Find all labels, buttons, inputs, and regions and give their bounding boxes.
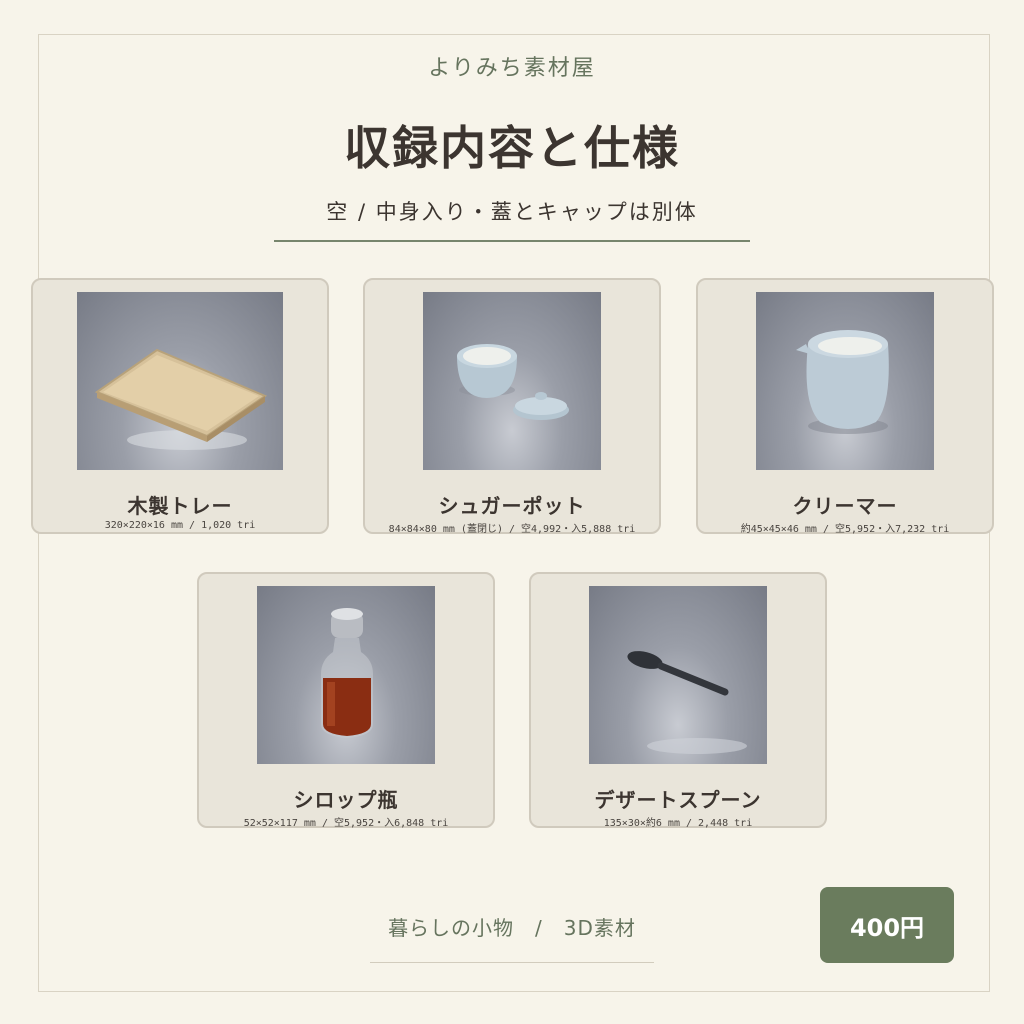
product-card-wooden-tray[interactable]: 木製トレー 320×220×16 mm / 1,020 tri xyxy=(31,278,329,534)
product-name: シュガーポット xyxy=(438,494,586,518)
sugar-pot-image xyxy=(423,292,601,470)
product-name: クリーマー xyxy=(792,494,898,518)
footer-underline xyxy=(370,962,654,963)
product-card-sugar-pot[interactable]: シュガーポット 84×84×80 mm (蓋閉じ) / 空4,992・入5,88… xyxy=(363,278,661,535)
creamer-icon xyxy=(796,330,889,434)
creamer-image xyxy=(756,292,934,470)
product-spec: 84×84×80 mm (蓋閉じ) / 空4,992・入5,888 tri xyxy=(388,524,636,535)
product-name: 木製トレー xyxy=(127,494,233,518)
product-spec: 約45×45×46 mm / 空5,952・入7,232 tri xyxy=(740,524,950,535)
price-badge[interactable]: 400円 xyxy=(820,887,954,963)
subtitle-underline xyxy=(274,240,750,242)
sugar-pot-icon xyxy=(457,344,569,420)
product-spec: 52×52×117 mm / 空5,952・入6,848 tri xyxy=(243,818,449,829)
dessert-spoon-icon xyxy=(627,651,747,754)
wooden-tray-icon xyxy=(94,348,268,450)
page-title: 収録内容と仕様 xyxy=(344,121,680,175)
product-spec: 135×30×約6 mm / 2,448 tri xyxy=(603,818,753,829)
shop-name: よりみち素材屋 xyxy=(428,56,596,81)
product-spec: 320×220×16 mm / 1,020 tri xyxy=(104,520,256,531)
product-card-syrup-bottle[interactable]: シロップ瓶 52×52×117 mm / 空5,952・入6,848 tri xyxy=(197,572,495,829)
product-card-creamer[interactable]: クリーマー 約45×45×46 mm / 空5,952・入7,232 tri xyxy=(696,278,994,535)
wooden-tray-image xyxy=(77,292,283,470)
syrup-bottle-icon xyxy=(321,608,373,738)
product-name: シロップ瓶 xyxy=(293,788,399,812)
page-subtitle: 空 / 中身入り・蓋とキャップは別体 xyxy=(326,200,698,224)
product-card-dessert-spoon[interactable]: デザートスプーン 135×30×約6 mm / 2,448 tri xyxy=(529,572,827,829)
syrup-bottle-image xyxy=(257,586,435,764)
product-name: デザートスプーン xyxy=(594,788,762,812)
dessert-spoon-image xyxy=(589,586,767,764)
